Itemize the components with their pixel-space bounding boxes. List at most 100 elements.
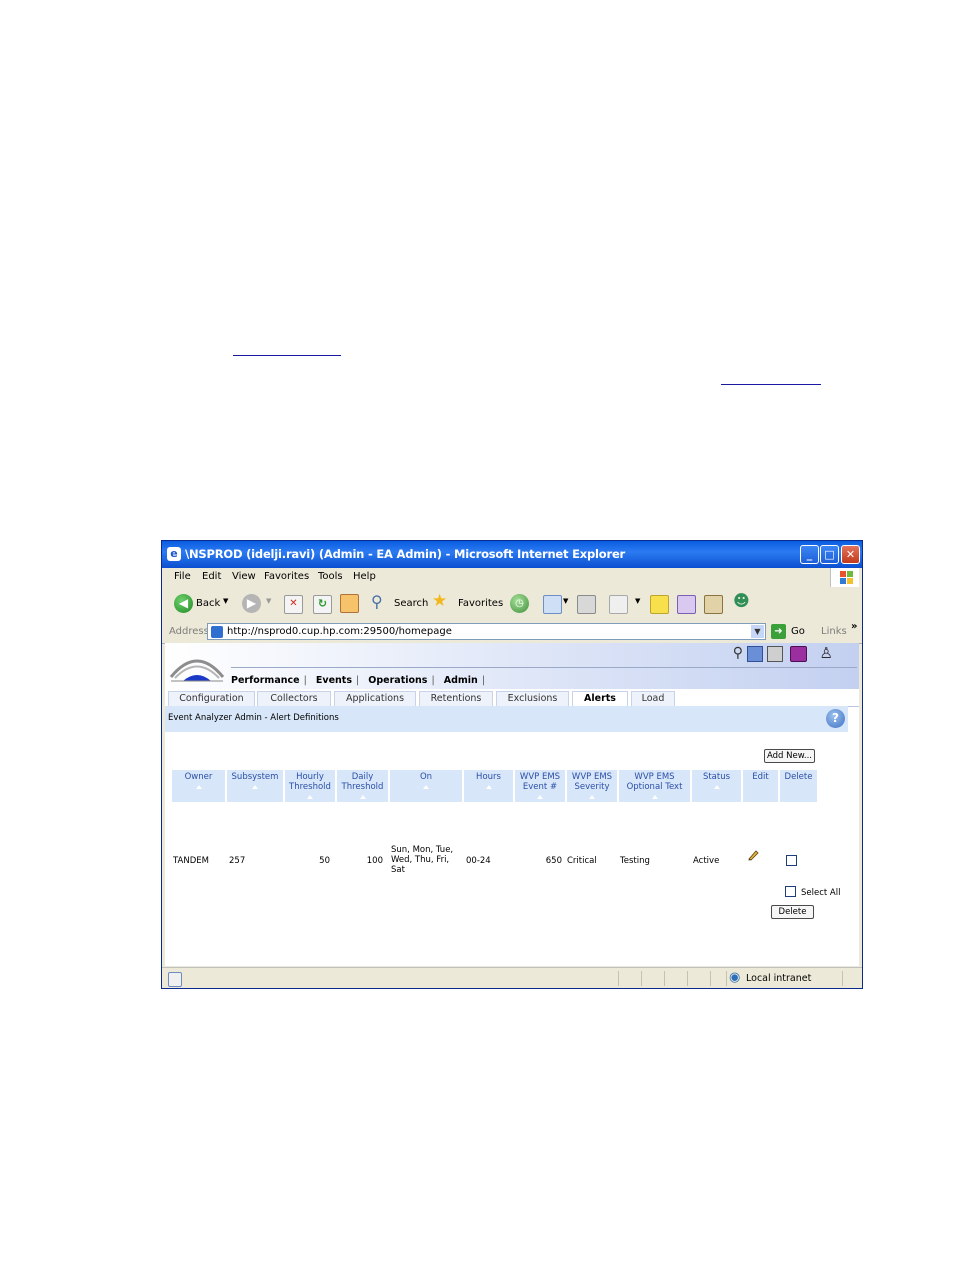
stop-icon[interactable]: ✕ [284,595,303,614]
nav-operations[interactable]: Operations [368,675,427,686]
cell-hours: 00-24 [466,856,491,866]
go-button[interactable]: Go [791,626,805,637]
menu-edit[interactable]: Edit [202,571,221,582]
edit-page-icon[interactable] [609,595,628,614]
sort-arrow-icon [651,795,658,799]
contacts-icon[interactable]: ☻ [733,591,750,610]
column-header-hours[interactable]: Hours [464,770,513,802]
menu-view[interactable]: View [232,571,256,582]
user-icon[interactable]: ♙ [820,644,833,662]
forward-arrow-icon[interactable]: ▶ [242,594,261,613]
sort-arrow-icon [485,785,492,789]
nav-performance[interactable]: Performance [231,675,300,686]
tab-configuration[interactable]: Configuration [168,691,255,706]
product-logo [169,659,225,682]
sort-arrow-icon [195,785,202,789]
sort-arrow-icon [537,795,543,799]
sort-arrow-icon [252,785,258,789]
status-divider [726,971,727,986]
print-icon[interactable] [577,595,596,614]
refresh-icon[interactable]: ↻ [313,595,332,614]
page-icon [211,626,223,638]
column-header-status[interactable]: Status [692,770,741,802]
menu-help[interactable]: Help [353,571,376,582]
sort-arrow-icon [423,785,429,789]
tab-load[interactable]: Load [631,691,675,706]
document-link[interactable] [233,355,341,356]
go-arrow-icon[interactable]: ➜ [771,624,786,639]
page-status-icon [168,972,182,987]
title-bar[interactable]: e \NSPROD (idelji.ravi) (Admin - EA Admi… [162,541,862,568]
tab-applications[interactable]: Applications [334,691,416,706]
tab-alerts[interactable]: Alerts [572,691,628,706]
address-url[interactable]: http://nsprod0.cup.hp.com:29500/homepage [227,626,452,637]
tab-retentions[interactable]: Retentions [419,691,493,706]
back-button[interactable]: Back [196,598,220,609]
document-link[interactable] [721,384,821,385]
favorites-button[interactable]: Favorites [458,598,503,609]
sort-arrow-icon [589,795,595,799]
breadcrumb-bar: Event Analyzer Admin - Alert Definitions… [165,706,848,732]
server-icon[interactable] [767,646,783,662]
delete-button[interactable]: Delete [771,905,814,919]
tab-collectors[interactable]: Collectors [257,691,331,706]
links-label[interactable]: Links [821,626,847,637]
back-arrow-icon[interactable]: ◀ [174,594,193,613]
column-header-owner[interactable]: Owner [172,770,225,802]
maximize-button[interactable]: □ [820,545,839,564]
help-icon[interactable]: ? [826,709,845,728]
search-button[interactable]: Search [394,598,428,609]
messenger-icon[interactable] [677,595,696,614]
notes-icon[interactable] [650,595,669,614]
cell-event-number: 650 [545,856,562,866]
address-bar: Address http://nsprod0.cup.hp.com:29500/… [162,621,862,644]
sort-arrow-icon [307,795,313,799]
minimize-button[interactable]: _ [800,545,819,564]
column-header-severity[interactable]: WVP EMS Severity [567,770,617,802]
menu-favorites[interactable]: Favorites [264,571,309,582]
links-chevron-icon[interactable]: » [851,621,857,632]
status-divider [664,971,665,986]
menu-file[interactable]: File [174,571,191,582]
column-header-subsystem[interactable]: Subsystem [227,770,283,802]
nav-events[interactable]: Events [316,675,352,686]
favorites-star-icon[interactable]: ★ [432,591,447,611]
history-icon[interactable]: ◷ [510,594,529,613]
search-icon[interactable]: ⚲ [733,645,743,661]
sort-arrow-icon [359,795,366,799]
column-header-daily-threshold[interactable]: Daily Threshold [337,770,388,802]
forward-dropdown-icon[interactable]: ▼ [266,597,271,605]
edit-dropdown-icon[interactable]: ▼ [635,597,640,605]
home-icon[interactable] [340,594,359,613]
back-dropdown-icon[interactable]: ▼ [223,597,228,605]
help-book-icon[interactable] [790,646,807,662]
column-header-on[interactable]: On [390,770,462,802]
mail-icon[interactable] [543,595,562,614]
column-header-event-number[interactable]: WVP EMS Event # [515,770,565,802]
tab-bar: Configuration Collectors Applications Re… [165,689,859,707]
column-header-hourly-threshold[interactable]: Hourly Threshold [285,770,335,802]
nav-admin[interactable]: Admin [444,675,478,686]
row-delete-checkbox[interactable] [786,855,797,866]
address-dropdown-icon[interactable]: ▼ [751,625,764,638]
address-label: Address [169,626,209,637]
tab-exclusions[interactable]: Exclusions [496,691,569,706]
edit-pencil-icon[interactable] [747,849,759,861]
address-input[interactable]: http://nsprod0.cup.hp.com:29500/homepage… [207,623,766,640]
cell-on-line-3: Sat [391,865,405,875]
status-divider [710,971,711,986]
toolbar: ◀ Back ▼ ▶ ▼ ✕ ↻ ⚲ Search ★ Favorites ◷ … [162,587,862,622]
select-all-checkbox[interactable] [785,886,796,897]
close-button[interactable]: ✕ [841,545,860,564]
mail-dropdown-icon[interactable]: ▼ [563,597,568,605]
status-divider [842,971,843,986]
globe-icon: ◉ [729,970,741,985]
research-icon[interactable] [704,595,723,614]
add-new-button[interactable]: Add New... [764,749,815,763]
menu-bar: File Edit View Favorites Tools Help [162,568,862,588]
menu-tools[interactable]: Tools [318,571,343,582]
cell-on-line-2: Wed, Thu, Fri, [391,855,450,865]
column-header-optional-text[interactable]: WVP EMS Optional Text [619,770,690,802]
upload-icon[interactable] [747,646,763,662]
search-icon[interactable]: ⚲ [371,592,383,611]
